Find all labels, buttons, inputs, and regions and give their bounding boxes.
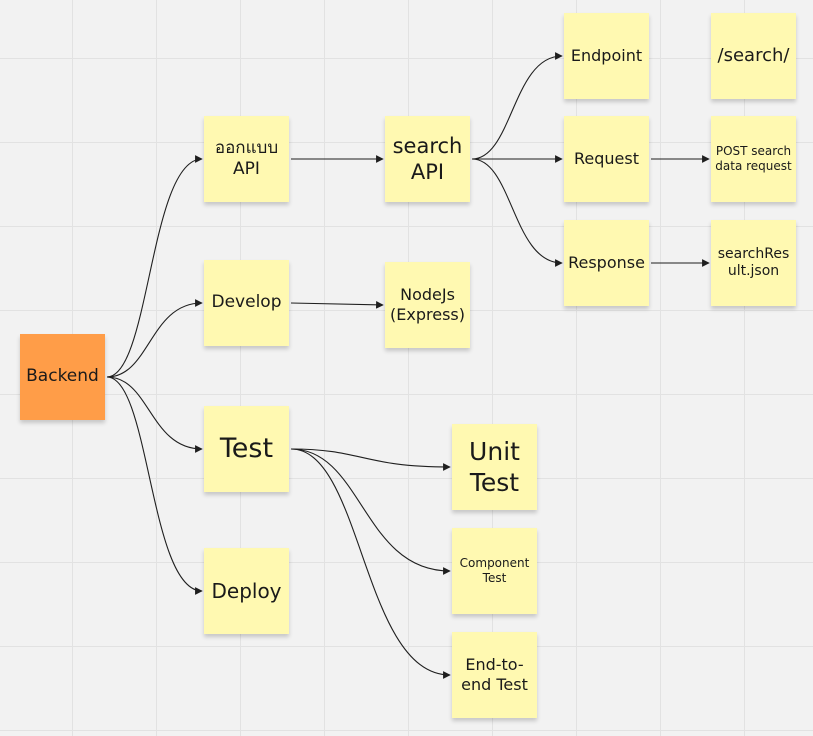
note-search-result-json[interactable]: searchResult.json xyxy=(711,220,796,306)
note-nodejs-express[interactable]: NodeJs (Express) xyxy=(385,262,470,348)
note-search-api[interactable]: search API xyxy=(385,116,470,202)
note-request[interactable]: Request xyxy=(564,116,649,202)
connector-backend-to-deploy xyxy=(106,376,203,595)
connector-search-to-response xyxy=(471,158,563,267)
note-end-to-end-test[interactable]: End-to-end Test xyxy=(452,632,537,718)
note-component-test[interactable]: Component Test xyxy=(452,528,537,614)
note-unit-test[interactable]: Unit Test xyxy=(452,424,537,510)
connector-develop-to-nodejs xyxy=(290,301,384,309)
note-develop[interactable]: Develop xyxy=(204,260,289,346)
connector-backend-to-design xyxy=(106,155,203,378)
note-backend[interactable]: Backend xyxy=(20,334,105,420)
connector-layer xyxy=(106,52,710,679)
connector-search-to-endpoint xyxy=(471,52,563,160)
connector-test-to-unit xyxy=(290,448,451,471)
note-search-path[interactable]: /search/ xyxy=(711,13,796,99)
connector-backend-to-test xyxy=(106,376,203,453)
connector-backend-to-develop xyxy=(106,299,203,378)
note-test[interactable]: Test xyxy=(204,406,289,492)
note-response[interactable]: Response xyxy=(564,220,649,306)
note-deploy[interactable]: Deploy xyxy=(204,548,289,634)
note-design-api[interactable]: ออกแบบ API xyxy=(204,116,289,202)
connector-test-to-component xyxy=(290,448,451,575)
note-post-request[interactable]: POST search data request xyxy=(711,116,796,202)
note-endpoint[interactable]: Endpoint xyxy=(564,13,649,99)
connector-test-to-e2e xyxy=(290,448,451,679)
